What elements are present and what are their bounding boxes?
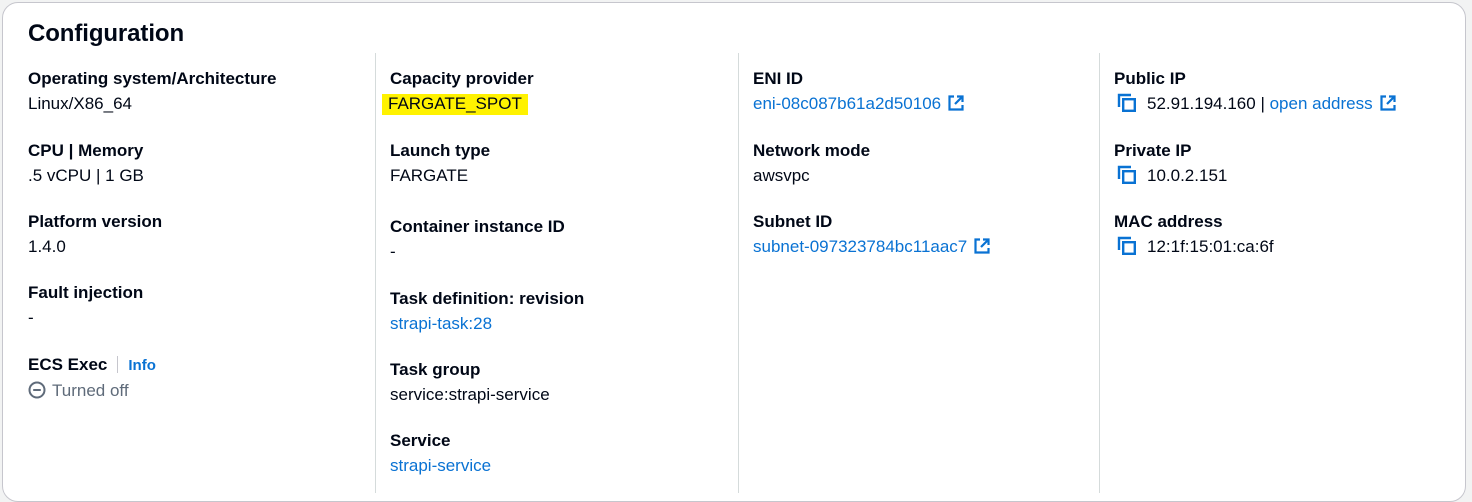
field-fault-injection: Fault injection - <box>28 281 143 330</box>
field-value: service:strapi-service <box>390 385 550 404</box>
field-value-row: eni-08c087b61a2d50106 <box>753 92 965 116</box>
info-link[interactable]: Info <box>128 357 156 374</box>
status-stopped-icon <box>28 381 46 399</box>
field-label: Service <box>390 431 451 450</box>
field-value: FARGATE <box>390 166 469 185</box>
field-label: Task definition: revision <box>390 289 585 308</box>
field-label: Operating system/Architecture <box>28 69 277 88</box>
field-label: Launch type <box>390 141 491 160</box>
external-link-icon <box>1380 95 1396 111</box>
config-column-2: Capacity provider FARGATE_SPOT Launch ty… <box>375 53 738 493</box>
open-address-link[interactable]: open address <box>1270 94 1397 113</box>
public-ip-value: 52.91.194.160 <box>1147 94 1256 113</box>
field-label: Task group <box>390 360 481 379</box>
mac-address-value: 12:1f:15:01:ca:6f <box>1147 237 1274 256</box>
field-public-ip: Public IP 52.91.194.160 | open address <box>1114 67 1397 116</box>
subnet-link[interactable]: subnet-097323784bc11aac7 <box>753 237 991 256</box>
external-link-icon <box>948 95 964 111</box>
field-label: Container instance ID <box>390 217 565 236</box>
field-cpu-memory: CPU | Memory .5 vCPU | 1 GB <box>28 139 144 188</box>
field-label: CPU | Memory <box>28 141 144 160</box>
private-ip-value: 10.0.2.151 <box>1147 166 1228 185</box>
field-label-row: ECS Exec Info <box>28 353 156 378</box>
field-label: Fault injection <box>28 283 144 302</box>
field-service: Service strapi-service <box>390 429 491 478</box>
field-value: - <box>28 308 34 327</box>
field-value-row: strapi-task:28 <box>390 312 584 336</box>
subnet-link-text: subnet-097323784bc11aac7 <box>753 237 968 256</box>
config-column-1: Operating system/Architecture Linux/X86_… <box>28 53 373 493</box>
field-value: Linux/X86_64 <box>28 94 132 113</box>
field-platform-version: Platform version 1.4.0 <box>28 210 162 259</box>
divider <box>117 356 119 373</box>
field-value-row: 12:1f:15:01:ca:6f <box>1114 235 1274 259</box>
field-mac-address: MAC address 12:1f:15:01:ca:6f <box>1114 210 1274 259</box>
field-label: MAC address <box>1114 212 1223 231</box>
ecs-exec-status: Turned off <box>28 379 156 403</box>
configuration-panel: Configuration Operating system/Architect… <box>2 2 1466 502</box>
field-value: - <box>390 242 396 261</box>
field-value-row: FARGATE_SPOT <box>382 92 534 116</box>
eni-link-text: eni-08c087b61a2d50106 <box>753 94 942 113</box>
field-os-architecture: Operating system/Architecture Linux/X86_… <box>28 67 276 116</box>
field-label: Network mode <box>753 141 871 160</box>
copy-icon[interactable] <box>1117 165 1137 185</box>
highlighted-value: FARGATE_SPOT <box>382 94 528 115</box>
field-container-instance: Container instance ID - <box>390 215 565 264</box>
external-link-icon <box>974 238 990 254</box>
field-launch-type: Launch type FARGATE <box>390 139 490 188</box>
field-label: Platform version <box>28 212 163 231</box>
field-task-group: Task group service:strapi-service <box>390 358 550 407</box>
service-link[interactable]: strapi-service <box>390 456 491 475</box>
field-value: 1.4.0 <box>28 237 66 256</box>
field-capacity-provider: Capacity provider FARGATE_SPOT <box>382 67 534 116</box>
copy-icon[interactable] <box>1117 93 1137 113</box>
eni-link[interactable]: eni-08c087b61a2d50106 <box>753 94 965 113</box>
field-task-definition: Task definition: revision strapi-task:28 <box>390 287 584 336</box>
field-private-ip: Private IP 10.0.2.151 <box>1114 139 1227 188</box>
field-ecs-exec: ECS Exec Info Turned off <box>28 353 156 403</box>
field-label: Subnet ID <box>753 212 833 231</box>
separator: | <box>1255 94 1270 113</box>
field-label: Capacity provider <box>390 69 534 88</box>
config-column-4: Public IP 52.91.194.160 | open address P… <box>1099 53 1468 493</box>
field-label: Public IP <box>1114 69 1186 88</box>
field-subnet-id: Subnet ID subnet-097323784bc11aac7 <box>753 210 991 259</box>
status-text: Turned off <box>52 381 129 400</box>
field-value: awsvpc <box>753 166 810 185</box>
field-value-row: subnet-097323784bc11aac7 <box>753 235 991 259</box>
field-label: Private IP <box>1114 141 1192 160</box>
field-value-row: 52.91.194.160 | open address <box>1114 92 1397 116</box>
field-eni-id: ENI ID eni-08c087b61a2d50106 <box>753 67 965 116</box>
config-column-3: ENI ID eni-08c087b61a2d50106 Network mod… <box>738 53 1101 493</box>
field-label: ECS Exec <box>28 355 108 374</box>
field-value-row: strapi-service <box>390 454 491 478</box>
copy-icon[interactable] <box>1117 236 1137 256</box>
field-label: ENI ID <box>753 69 804 88</box>
field-network-mode: Network mode awsvpc <box>753 139 870 188</box>
field-value-row: 10.0.2.151 <box>1114 164 1227 188</box>
open-address-text: open address <box>1269 94 1373 113</box>
task-definition-link[interactable]: strapi-task:28 <box>390 314 492 333</box>
panel-title: Configuration <box>28 20 185 47</box>
field-value: .5 vCPU | 1 GB <box>28 166 144 185</box>
